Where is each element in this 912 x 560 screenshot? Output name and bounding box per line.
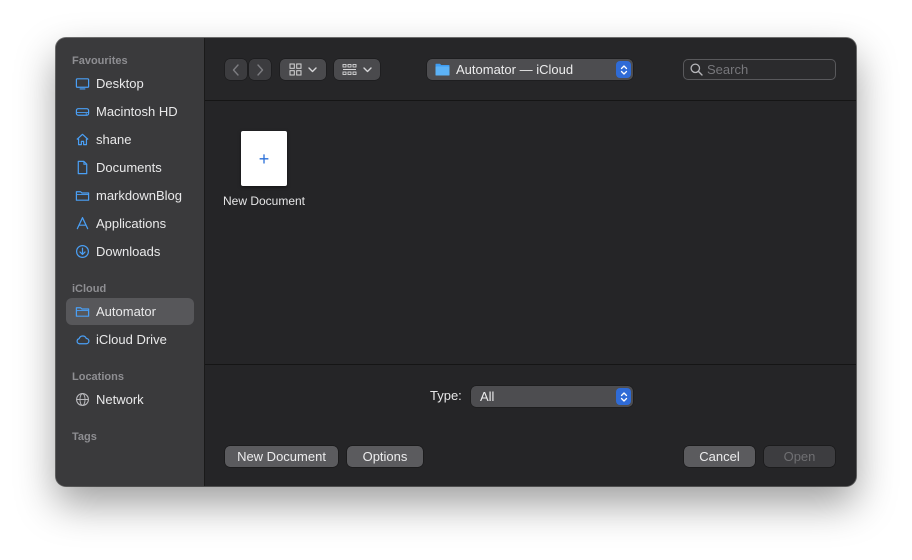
sidebar-item-macintosh-hd[interactable]: Macintosh HD <box>66 98 194 125</box>
sidebar-item-desktop[interactable]: Desktop <box>66 70 194 97</box>
up-down-chevron-icon <box>620 391 627 402</box>
sidebar-item-label: Downloads <box>96 244 161 259</box>
file-item-new-document[interactable]: + New Document <box>215 127 313 217</box>
download-icon <box>74 244 90 260</box>
sidebar-item-label: Desktop <box>96 76 144 91</box>
plus-icon: + <box>258 148 270 169</box>
popup-stepper <box>616 388 631 405</box>
cloud-icon <box>74 332 90 348</box>
back-button[interactable] <box>225 59 247 80</box>
folder-icon <box>74 188 90 204</box>
up-down-chevron-icon <box>620 64 627 75</box>
search-input[interactable] <box>707 62 827 77</box>
sidebar-item-automator[interactable]: Automator <box>66 298 194 325</box>
sidebar-item-documents[interactable]: Documents <box>66 154 194 181</box>
file-browser: + New Document <box>205 101 856 364</box>
sidebar-item-markdownblog[interactable]: markdownBlog <box>66 182 194 209</box>
hard-drive-icon <box>74 104 90 120</box>
cancel-button[interactable]: Cancel <box>684 446 755 467</box>
new-document-button[interactable]: New Document <box>225 446 338 467</box>
search-icon <box>690 63 703 76</box>
type-filter-bar: Type: All <box>205 364 856 427</box>
location-popup[interactable]: Automator — iCloud <box>427 59 633 80</box>
view-mode-button[interactable] <box>280 59 326 80</box>
open-button[interactable]: Open <box>764 446 835 467</box>
forward-button[interactable] <box>249 59 271 80</box>
globe-icon <box>74 392 90 408</box>
sidebar-item-label: Automator <box>96 304 156 319</box>
section-header-icloud: iCloud <box>72 283 107 295</box>
sidebar-item-icloud-drive[interactable]: iCloud Drive <box>66 326 194 353</box>
open-file-dialog: Favourites Desktop Macintosh HD shane Do… <box>56 38 856 486</box>
document-thumbnail: + <box>241 131 287 186</box>
icon-view-icon <box>289 63 302 76</box>
type-popup[interactable]: All <box>471 386 633 407</box>
sidebar-item-label: markdownBlog <box>96 188 182 203</box>
sidebar-item-label: Network <box>96 392 144 407</box>
file-name: New Document <box>222 194 306 208</box>
sidebar: Favourites Desktop Macintosh HD shane Do… <box>56 38 205 486</box>
section-header-favourites: Favourites <box>72 55 128 67</box>
sidebar-item-label: shane <box>96 132 132 147</box>
search-field[interactable] <box>683 59 836 80</box>
type-value: All <box>480 389 495 404</box>
location-label: Automator — iCloud <box>456 62 574 77</box>
chevron-down-icon <box>308 66 317 72</box>
sidebar-item-applications[interactable]: Applications <box>66 210 194 237</box>
sidebar-item-label: Documents <box>96 160 162 175</box>
chevron-down-icon <box>363 66 372 72</box>
applications-icon <box>74 216 90 232</box>
folder-icon <box>435 63 450 76</box>
options-button[interactable]: Options <box>347 446 423 467</box>
folder-icon <box>74 304 90 320</box>
sidebar-item-label: Macintosh HD <box>96 104 178 119</box>
group-by-button[interactable] <box>334 59 380 80</box>
group-grid-icon <box>342 64 357 75</box>
type-label: Type: <box>430 388 462 403</box>
section-header-tags: Tags <box>72 431 97 443</box>
footer: New Document Options Cancel Open <box>205 426 856 486</box>
toolbar: Automator — iCloud <box>205 38 856 101</box>
document-icon <box>74 160 90 176</box>
home-icon <box>74 132 90 148</box>
chevron-left-icon <box>232 63 239 76</box>
sidebar-item-downloads[interactable]: Downloads <box>66 238 194 265</box>
sidebar-item-label: iCloud Drive <box>96 332 167 347</box>
desktop-icon <box>74 76 90 92</box>
section-header-locations: Locations <box>72 371 124 383</box>
sidebar-item-network[interactable]: Network <box>66 386 194 413</box>
sidebar-item-label: Applications <box>96 216 167 231</box>
popup-stepper <box>616 61 631 78</box>
sidebar-item-shane[interactable]: shane <box>66 126 194 153</box>
chevron-right-icon <box>257 63 264 76</box>
main-panel: Automator — iCloud + New Document Type: <box>205 38 856 486</box>
